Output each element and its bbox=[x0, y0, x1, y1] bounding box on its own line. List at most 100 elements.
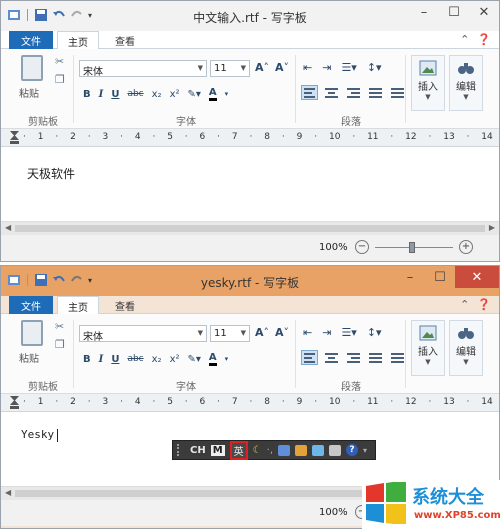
tab-view[interactable]: 查看 bbox=[105, 296, 145, 314]
punctuation-icon[interactable]: ·, bbox=[267, 445, 273, 456]
chevron-down-icon: ▼ bbox=[240, 329, 246, 337]
justify-icon[interactable] bbox=[367, 85, 384, 100]
shrink-font-icon[interactable]: A˅ bbox=[275, 326, 289, 339]
collapse-ribbon-icon[interactable]: ⌃ bbox=[460, 298, 469, 311]
highlight-color-icon[interactable]: ✎▾ bbox=[188, 89, 201, 100]
superscript-button[interactable]: x² bbox=[170, 354, 180, 365]
user-icon[interactable] bbox=[329, 444, 341, 456]
cut-icon[interactable]: ✂ bbox=[55, 55, 64, 68]
underline-button[interactable]: U bbox=[111, 354, 119, 365]
strikethrough-button[interactable]: abc bbox=[127, 354, 143, 364]
document-text[interactable]: 天极软件 bbox=[27, 165, 75, 182]
edit-button[interactable]: 编辑 ▼ bbox=[449, 320, 483, 376]
close-button[interactable]: ✕ bbox=[469, 1, 499, 23]
help-icon[interactable]: ? bbox=[346, 444, 358, 456]
scroll-right-icon[interactable]: ▶ bbox=[489, 223, 495, 232]
paste-button[interactable]: 粘贴 bbox=[19, 85, 39, 100]
ruler[interactable]: · 1 · 2 · 3 · 4 · 5 · 6 · 7 · 8 · 9 · 10 · 11 · 12 · 13 · 14 bbox=[1, 129, 499, 147]
bold-button[interactable]: B bbox=[83, 89, 91, 100]
maximize-button[interactable]: ☐ bbox=[439, 1, 469, 23]
indent-marker-icon[interactable] bbox=[10, 396, 19, 410]
collapse-ribbon-icon[interactable]: ⌃ bbox=[460, 33, 469, 46]
ime-drag-handle[interactable] bbox=[177, 444, 185, 456]
copy-icon[interactable]: ❐ bbox=[55, 73, 65, 86]
ruler-tick: · bbox=[184, 132, 188, 142]
skin-icon[interactable] bbox=[295, 444, 307, 456]
subscript-button[interactable]: x₂ bbox=[152, 354, 162, 365]
align-right-icon[interactable] bbox=[345, 85, 362, 100]
grow-font-icon[interactable]: A˄ bbox=[255, 61, 269, 74]
insert-button[interactable]: 插入 ▼ bbox=[411, 55, 445, 111]
paste-button[interactable]: 粘贴 bbox=[19, 350, 39, 365]
italic-button[interactable]: I bbox=[99, 354, 104, 365]
increase-indent-icon[interactable]: ⇥ bbox=[322, 61, 331, 74]
align-right-icon[interactable] bbox=[345, 350, 362, 365]
shrink-font-icon[interactable]: A˅ bbox=[275, 61, 289, 74]
decrease-indent-icon[interactable]: ⇤ bbox=[303, 61, 312, 74]
scroll-thumb[interactable] bbox=[15, 225, 485, 232]
maximize-button[interactable]: ☐ bbox=[425, 266, 455, 288]
ime-options-icon[interactable]: ▾ bbox=[363, 446, 367, 455]
paragraph-settings-icon[interactable] bbox=[389, 85, 406, 100]
line-spacing-icon[interactable]: ↕▾ bbox=[367, 326, 382, 339]
ime-ch-toggle[interactable]: CH bbox=[190, 445, 206, 456]
help-icon[interactable]: ❓ bbox=[477, 33, 491, 46]
ime-m-toggle[interactable]: M bbox=[210, 444, 225, 456]
highlight-color-icon[interactable]: ✎▾ bbox=[188, 354, 201, 365]
justify-icon[interactable] bbox=[367, 350, 384, 365]
document-text[interactable]: Yesky bbox=[21, 428, 59, 442]
font-color-icon[interactable]: A bbox=[208, 87, 217, 101]
align-left-icon[interactable] bbox=[301, 350, 318, 365]
tab-home[interactable]: 主页 bbox=[57, 296, 99, 315]
font-family-select[interactable]: 宋体 ▼ bbox=[79, 325, 207, 343]
document-area[interactable]: 天极软件 bbox=[1, 147, 499, 221]
zoom-in-button[interactable]: + bbox=[459, 240, 473, 254]
soft-keyboard-icon[interactable] bbox=[278, 444, 290, 456]
bullets-icon[interactable]: ☰▾ bbox=[341, 61, 356, 74]
increase-indent-icon[interactable]: ⇥ bbox=[322, 326, 331, 339]
zoom-slider-thumb[interactable] bbox=[409, 242, 415, 253]
ime-english-toggle[interactable]: 英 bbox=[229, 440, 248, 460]
minimize-button[interactable]: – bbox=[409, 1, 439, 23]
paragraph-settings-icon[interactable] bbox=[389, 350, 406, 365]
superscript-button[interactable]: x² bbox=[170, 89, 180, 100]
bullets-icon[interactable]: ☰▾ bbox=[341, 326, 356, 339]
tab-home[interactable]: 主页 bbox=[57, 31, 99, 50]
grow-font-icon[interactable]: A˄ bbox=[255, 326, 269, 339]
line-spacing-icon[interactable]: ↕▾ bbox=[367, 61, 382, 74]
align-center-icon[interactable] bbox=[323, 85, 340, 100]
tab-file[interactable]: 文件 bbox=[9, 296, 53, 314]
horizontal-scrollbar[interactable]: ◀ ▶ bbox=[1, 221, 499, 235]
scroll-left-icon[interactable]: ◀ bbox=[5, 223, 11, 232]
align-left-icon[interactable] bbox=[301, 85, 318, 100]
align-center-icon[interactable] bbox=[323, 350, 340, 365]
subscript-button[interactable]: x₂ bbox=[152, 89, 162, 100]
tools-icon[interactable] bbox=[312, 444, 324, 456]
minimize-button[interactable]: – bbox=[395, 266, 425, 288]
tab-view[interactable]: 查看 bbox=[105, 31, 145, 49]
ruler-tick: · bbox=[217, 132, 221, 142]
insert-button[interactable]: 插入 ▼ bbox=[411, 320, 445, 376]
bold-button[interactable]: B bbox=[83, 354, 91, 365]
italic-button[interactable]: I bbox=[99, 89, 104, 100]
underline-button[interactable]: U bbox=[111, 89, 119, 100]
paste-icon[interactable] bbox=[21, 320, 43, 346]
tab-file[interactable]: 文件 bbox=[9, 31, 53, 49]
indent-marker-icon[interactable] bbox=[10, 131, 19, 145]
scroll-left-icon[interactable]: ◀ bbox=[5, 488, 11, 497]
paste-icon[interactable] bbox=[21, 55, 43, 81]
help-icon[interactable]: ❓ bbox=[477, 298, 491, 311]
half-width-moon-icon[interactable]: ☾ bbox=[253, 445, 262, 456]
close-button[interactable]: ✕ bbox=[455, 266, 499, 288]
ruler[interactable]: · 1 · 2 · 3 · 4 · 5 · 6 · 7 · 8 · 9 · 10 · 11 · 12 · 13 · 14 bbox=[1, 394, 499, 412]
copy-icon[interactable]: ❐ bbox=[55, 338, 65, 351]
cut-icon[interactable]: ✂ bbox=[55, 320, 64, 333]
font-size-select[interactable]: 11 ▼ bbox=[210, 60, 250, 77]
font-size-select[interactable]: 11 ▼ bbox=[210, 325, 250, 342]
strikethrough-button[interactable]: abc bbox=[127, 89, 143, 99]
font-family-select[interactable]: 宋体 ▼ bbox=[79, 60, 207, 78]
zoom-out-button[interactable]: − bbox=[355, 240, 369, 254]
decrease-indent-icon[interactable]: ⇤ bbox=[303, 326, 312, 339]
edit-button[interactable]: 编辑 ▼ bbox=[449, 55, 483, 111]
font-color-icon[interactable]: A bbox=[208, 352, 217, 366]
